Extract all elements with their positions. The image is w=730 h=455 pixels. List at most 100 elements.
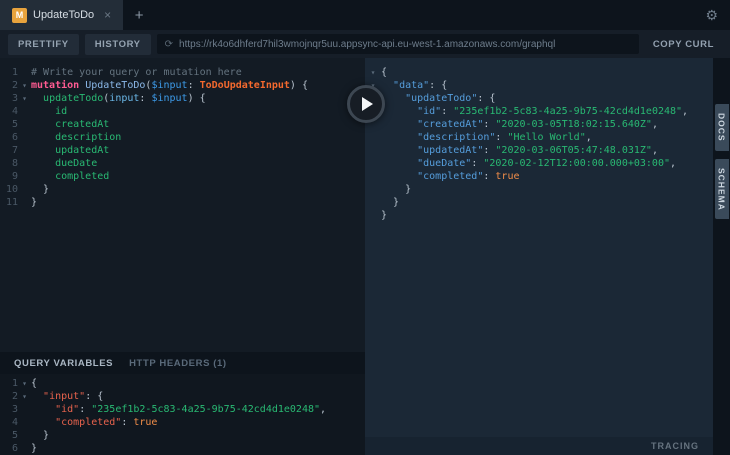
code-text: }: [381, 184, 412, 195]
endpoint-url-input[interactable]: ⟳ https://rk4o6dhferd7hil3wmojnqr5uu.app…: [156, 34, 639, 54]
variables-panel-header: QUERY VARIABLES HTTP HEADERS (1): [0, 352, 365, 374]
fold-gutter: [18, 131, 31, 144]
code-text: "id": "235ef1b2-5c83-4a25-9b75-42cd4d1e0…: [55, 404, 327, 415]
line-number: 5: [11, 430, 18, 441]
code-line: 5 }: [0, 429, 365, 442]
code-text: "completed": true: [55, 417, 158, 428]
fold-gutter: [18, 196, 31, 209]
execute-query-button[interactable]: [347, 85, 385, 123]
fold-gutter: [365, 196, 381, 209]
code-text: }: [381, 210, 388, 221]
tab-http-headers[interactable]: HTTP HEADERS (1): [129, 358, 227, 369]
code-line: }: [365, 183, 713, 196]
line-number: 6: [11, 132, 18, 143]
toolbar: PRETTIFY HISTORY ⟳ https://rk4o6dhferd7h…: [0, 30, 730, 58]
line-number: 3: [11, 93, 18, 104]
line-number: 8: [11, 158, 18, 169]
mutation-icon: M: [12, 7, 27, 23]
fold-gutter: [18, 403, 31, 416]
fold-gutter: [18, 157, 31, 170]
code-text: updatedAt: [31, 145, 110, 156]
fold-arrow-icon[interactable]: ▾: [18, 377, 31, 390]
code-text: "input": {: [43, 391, 104, 402]
query-editor[interactable]: 1 # Write your query or mutation here 2 ▾ mu…: [0, 58, 365, 352]
fold-gutter: [18, 118, 31, 131]
code-text: }: [381, 197, 400, 208]
code-line: ▾ "data": {: [365, 79, 713, 92]
code-line: 9 completed: [0, 170, 365, 183]
tab-schema[interactable]: SCHEMA: [714, 158, 729, 220]
tab-query-variables[interactable]: QUERY VARIABLES: [14, 358, 113, 369]
fold-arrow-icon[interactable]: ▾: [365, 66, 381, 79]
tracing-bar[interactable]: TRACING: [365, 437, 713, 455]
copy-curl-button[interactable]: COPY CURL: [645, 39, 722, 50]
code-line: 2 ▾ mutation UpdateToDo($input: ToDoUpdate…: [0, 79, 365, 92]
fold-gutter: [365, 170, 381, 183]
code-text: # Write your query or mutation here: [31, 67, 242, 78]
line-number: 7: [11, 145, 18, 156]
code-text: createdAt: [31, 119, 110, 130]
line-number: 4: [11, 106, 18, 117]
code-line: 6 description: [0, 131, 365, 144]
code-line: 1 # Write your query or mutation here: [0, 66, 365, 79]
line-number: 9: [11, 171, 18, 182]
fold-gutter: [365, 183, 381, 196]
code-text: {: [31, 378, 38, 389]
code-text: "dueDate": "2020-02-12T12:00:00.000+03:0…: [417, 158, 677, 169]
main-area: 1 # Write your query or mutation here 2 ▾ mu…: [0, 58, 730, 455]
code-text: }: [31, 430, 50, 441]
reload-icon: ⟳: [164, 38, 174, 50]
fold-gutter: [18, 66, 31, 79]
fold-gutter: [18, 429, 31, 442]
side-tab-strip: DOCS SCHEMA: [713, 58, 730, 455]
left-pane: 1 # Write your query or mutation here 2 ▾ mu…: [0, 58, 365, 455]
query-variables-editor[interactable]: 1 ▾{2 ▾ "input": {3 "id": "235ef1b2-5c83-4…: [0, 374, 365, 455]
line-number: 5: [11, 119, 18, 130]
code-line: "description": "Hello World",: [365, 131, 713, 144]
history-button[interactable]: HISTORY: [84, 33, 151, 55]
fold-gutter: [18, 170, 31, 183]
line-number: 6: [11, 443, 18, 454]
tab-docs[interactable]: DOCS: [714, 104, 729, 151]
code-line: 5 createdAt: [0, 118, 365, 131]
settings-gear-icon[interactable]: ⚙: [693, 0, 730, 30]
response-viewer: ▾{▾ "data": {▾ "updateTodo": { "id": "23…: [365, 58, 713, 437]
tab-title: UpdateToDo: [33, 9, 95, 21]
line-number: 10: [5, 184, 18, 195]
code-text: }: [31, 184, 50, 195]
code-line: 7 updatedAt: [0, 144, 365, 157]
code-text: "id": "235ef1b2-5c83-4a25-9b75-42cd4d1e0…: [417, 106, 689, 117]
fold-arrow-icon[interactable]: ▾: [18, 79, 31, 92]
code-line: "id": "235ef1b2-5c83-4a25-9b75-42cd4d1e0…: [365, 105, 713, 118]
line-number: 4: [11, 417, 18, 428]
code-text: updateTodo(input: $input) {: [43, 93, 206, 104]
code-line: "completed": true: [365, 170, 713, 183]
code-line: 6}: [0, 442, 365, 455]
code-text: dueDate: [31, 158, 98, 169]
code-text: {: [381, 67, 388, 78]
code-text: description: [31, 132, 122, 143]
code-line: }: [365, 196, 713, 209]
code-line: "createdAt": "2020-03-05T18:02:15.640Z",: [365, 118, 713, 131]
fold-gutter: [365, 157, 381, 170]
fold-gutter: [18, 105, 31, 118]
code-text: "createdAt": "2020-03-05T18:02:15.640Z",: [417, 119, 658, 130]
line-number: 11: [5, 197, 18, 208]
tab-bar: M UpdateToDo × + ⚙: [0, 0, 730, 30]
code-line: 4 "completed": true: [0, 416, 365, 429]
code-line: 11}: [0, 196, 365, 209]
fold-gutter: [365, 209, 381, 222]
endpoint-url-text: https://rk4o6dhferd7hil3wmojnqr5uu.appsy…: [179, 38, 556, 50]
close-tab-icon[interactable]: ×: [104, 8, 111, 22]
new-tab-button[interactable]: +: [123, 0, 155, 30]
code-text: "description": "Hello World",: [417, 132, 592, 143]
code-text: }: [31, 443, 38, 454]
code-line: 4 id: [0, 105, 365, 118]
line-number: 1: [11, 378, 18, 389]
tab-updatetodo[interactable]: M UpdateToDo ×: [0, 0, 124, 30]
prettify-button[interactable]: PRETTIFY: [8, 33, 79, 55]
fold-arrow-icon[interactable]: ▾: [18, 390, 31, 403]
fold-arrow-icon[interactable]: ▾: [18, 92, 31, 105]
code-line: }: [365, 209, 713, 222]
variables-panel: QUERY VARIABLES HTTP HEADERS (1) 1 ▾{2 ▾ "…: [0, 352, 365, 455]
